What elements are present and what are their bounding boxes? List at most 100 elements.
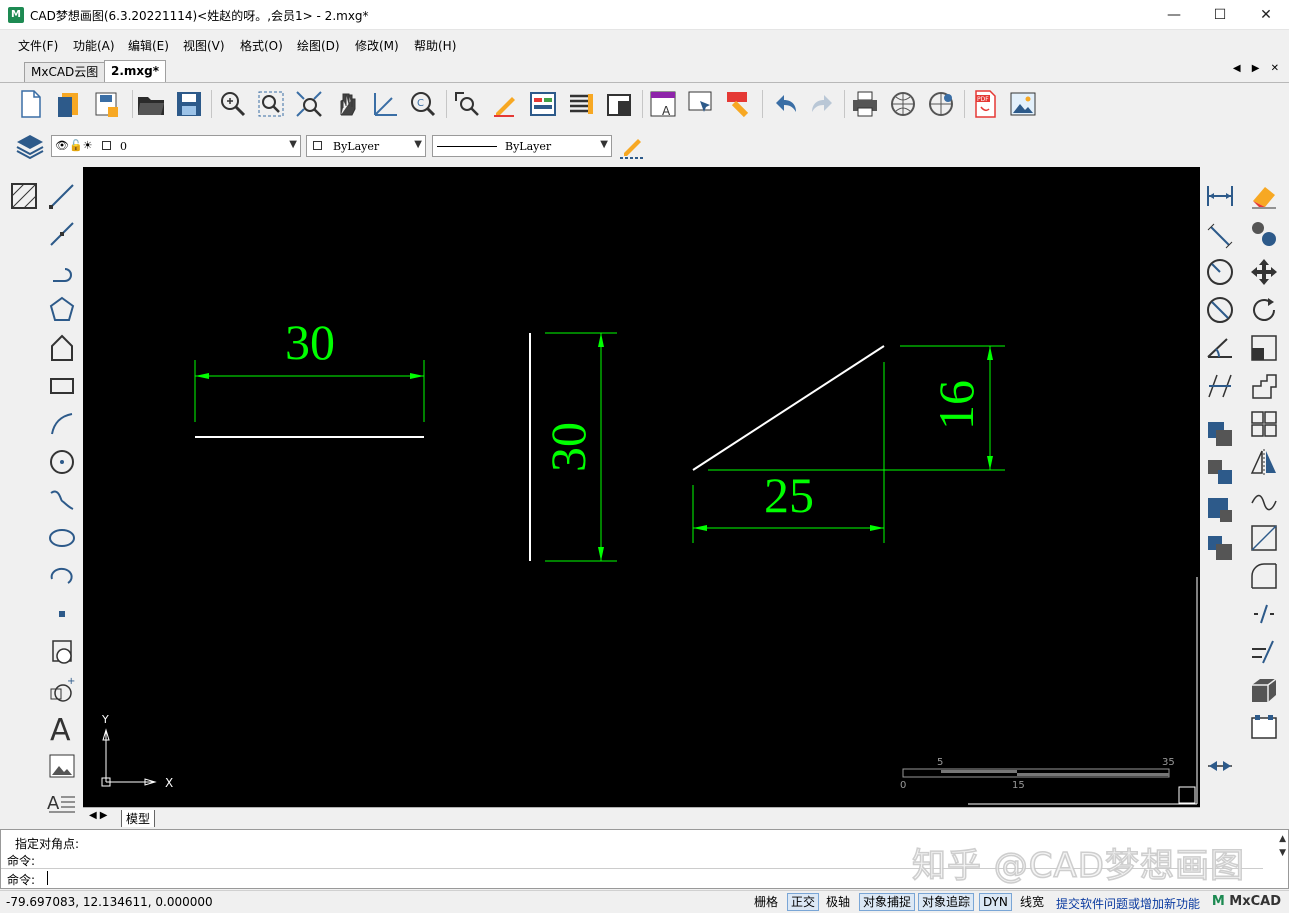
linetype-select[interactable]: ByLayer ▼ xyxy=(432,135,612,157)
rotate-icon[interactable] xyxy=(1246,293,1282,327)
save-as-icon[interactable] xyxy=(172,87,206,121)
menu-file[interactable]: 文件(F) xyxy=(18,37,58,54)
break-icon[interactable] xyxy=(1246,597,1282,631)
zoom-window-icon[interactable] xyxy=(254,87,288,121)
new-file-icon[interactable] xyxy=(14,87,48,121)
array-rect-icon[interactable] xyxy=(1246,407,1282,441)
image-icon[interactable] xyxy=(1006,87,1040,121)
dim-radius-icon[interactable] xyxy=(1202,255,1238,289)
command-input[interactable] xyxy=(47,871,48,885)
join-icon[interactable] xyxy=(1202,749,1238,783)
open-file-icon[interactable] xyxy=(52,87,86,121)
move-stack-icon[interactable] xyxy=(1202,531,1238,565)
dim-linear-icon[interactable] xyxy=(1202,179,1238,213)
color-select[interactable]: ByLayer ▼ xyxy=(306,135,426,157)
point-icon[interactable] xyxy=(44,597,80,631)
scale-icon[interactable] xyxy=(1246,331,1282,365)
mirror-icon[interactable] xyxy=(1246,445,1282,479)
web-share-icon[interactable] xyxy=(924,87,958,121)
dim-angular-icon[interactable] xyxy=(1202,331,1238,365)
trim-icon[interactable] xyxy=(1246,521,1282,555)
close-button[interactable]: ✕ xyxy=(1243,0,1289,30)
stretch-icon[interactable] xyxy=(1246,369,1282,403)
layer-manager-icon[interactable] xyxy=(14,129,46,161)
web-icon[interactable] xyxy=(886,87,920,121)
menu-help[interactable]: 帮助(H) xyxy=(414,37,456,54)
polygon-icon[interactable] xyxy=(44,293,80,327)
move-icon[interactable] xyxy=(1246,255,1282,289)
dim-aligned-icon[interactable] xyxy=(1202,217,1238,251)
3d-box-icon[interactable] xyxy=(1246,673,1282,707)
tab-current-drawing[interactable]: 2.mxg* xyxy=(104,60,167,82)
toggle-ortho[interactable]: 正交 xyxy=(787,893,820,911)
toggle-osnap[interactable]: 对象捕捉 xyxy=(859,893,916,911)
select-icon[interactable] xyxy=(684,87,718,121)
dim-continue-icon[interactable] xyxy=(1202,369,1238,403)
layer-list-icon[interactable] xyxy=(564,87,598,121)
open-folder-icon[interactable] xyxy=(134,87,168,121)
zoom-selection-icon[interactable] xyxy=(450,87,484,121)
zoom-extents-icon[interactable] xyxy=(292,87,326,121)
spline-icon[interactable] xyxy=(44,483,80,517)
region-icon[interactable] xyxy=(44,331,80,365)
menu-modify[interactable]: 修改(M) xyxy=(355,37,399,54)
toggle-polar[interactable]: 极轴 xyxy=(822,893,854,911)
pdf-icon[interactable]: PDF xyxy=(968,87,1002,121)
chamfer-icon[interactable] xyxy=(1246,711,1282,745)
fillet-icon[interactable] xyxy=(1246,559,1282,593)
layout-nav-arrows[interactable]: ◀▶ xyxy=(89,810,110,821)
maximize-button[interactable]: ☐ xyxy=(1197,0,1243,30)
circle-icon[interactable] xyxy=(44,445,80,479)
pencil-edit-icon[interactable] xyxy=(488,87,522,121)
multiline-text-icon[interactable]: A xyxy=(44,711,80,745)
diagonal-line[interactable] xyxy=(692,345,885,471)
toggle-lineweight[interactable]: 线宽 xyxy=(1016,893,1048,911)
tab-mxcad-cloud[interactable]: MxCAD云图 xyxy=(24,62,106,82)
menu-function[interactable]: 功能(A) xyxy=(73,37,115,54)
properties-icon[interactable] xyxy=(526,87,560,121)
save-icon[interactable] xyxy=(90,87,124,121)
block-define-icon[interactable]: + xyxy=(44,673,80,707)
dimension-vertical[interactable]: 30 xyxy=(540,332,617,562)
ellipse-arc-icon[interactable] xyxy=(44,559,80,593)
match-properties-icon[interactable] xyxy=(722,87,756,121)
arc-icon[interactable] xyxy=(44,407,80,441)
rectangle-icon[interactable] xyxy=(44,369,80,403)
pan-hand-icon[interactable] xyxy=(330,87,364,121)
undo-icon[interactable] xyxy=(768,87,802,121)
copy-layer-icon[interactable] xyxy=(1202,417,1238,451)
drawing-canvas[interactable]: 30 30 16 25 Y X 5 35 0 15 xyxy=(83,167,1200,807)
hatch-icon[interactable] xyxy=(6,179,42,213)
toggle-otrack[interactable]: 对象追踪 xyxy=(918,893,975,911)
spline-edit-icon[interactable] xyxy=(1246,483,1282,517)
array-icon[interactable] xyxy=(1202,493,1238,527)
tab-nav-arrows[interactable]: ◀ ▶ ✕ xyxy=(1233,63,1283,74)
ray-icon[interactable] xyxy=(44,217,80,251)
tab-model[interactable]: 模型 xyxy=(121,810,156,827)
text-format-icon[interactable]: A xyxy=(44,785,80,819)
layer-select[interactable]: 👁🔓☀ 0 ▼ xyxy=(51,135,301,157)
offset-icon[interactable] xyxy=(1202,455,1238,489)
toggle-dyn[interactable]: DYN xyxy=(979,893,1012,911)
text-style-icon[interactable]: A xyxy=(646,87,680,121)
print-icon[interactable] xyxy=(848,87,882,121)
line-icon[interactable] xyxy=(44,179,80,213)
menu-format[interactable]: 格式(O) xyxy=(240,37,283,54)
toggle-grid[interactable]: 栅格 xyxy=(750,893,782,911)
extend-icon[interactable] xyxy=(1246,635,1282,669)
block-insert-icon[interactable] xyxy=(44,635,80,669)
dimension-top[interactable]: 30 xyxy=(194,314,425,422)
image-insert-icon[interactable] xyxy=(44,749,80,783)
feedback-link[interactable]: 提交软件问题或增加新功能 xyxy=(1056,895,1200,912)
copy-icon[interactable] xyxy=(1246,217,1282,251)
menu-draw[interactable]: 绘图(D) xyxy=(297,37,340,54)
menu-edit[interactable]: 编辑(E) xyxy=(128,37,169,54)
dim-diameter-icon[interactable] xyxy=(1202,293,1238,327)
lineweight-pencil-icon[interactable] xyxy=(616,129,648,161)
zoom-previous-icon[interactable]: C xyxy=(406,87,440,121)
redo-icon[interactable] xyxy=(806,87,840,121)
polyline-arc-icon[interactable] xyxy=(44,255,80,289)
scrollbar-arrows[interactable]: ▲ ▼ xyxy=(1279,832,1286,860)
erase-icon[interactable] xyxy=(1246,179,1282,213)
minimize-button[interactable]: — xyxy=(1151,0,1197,30)
